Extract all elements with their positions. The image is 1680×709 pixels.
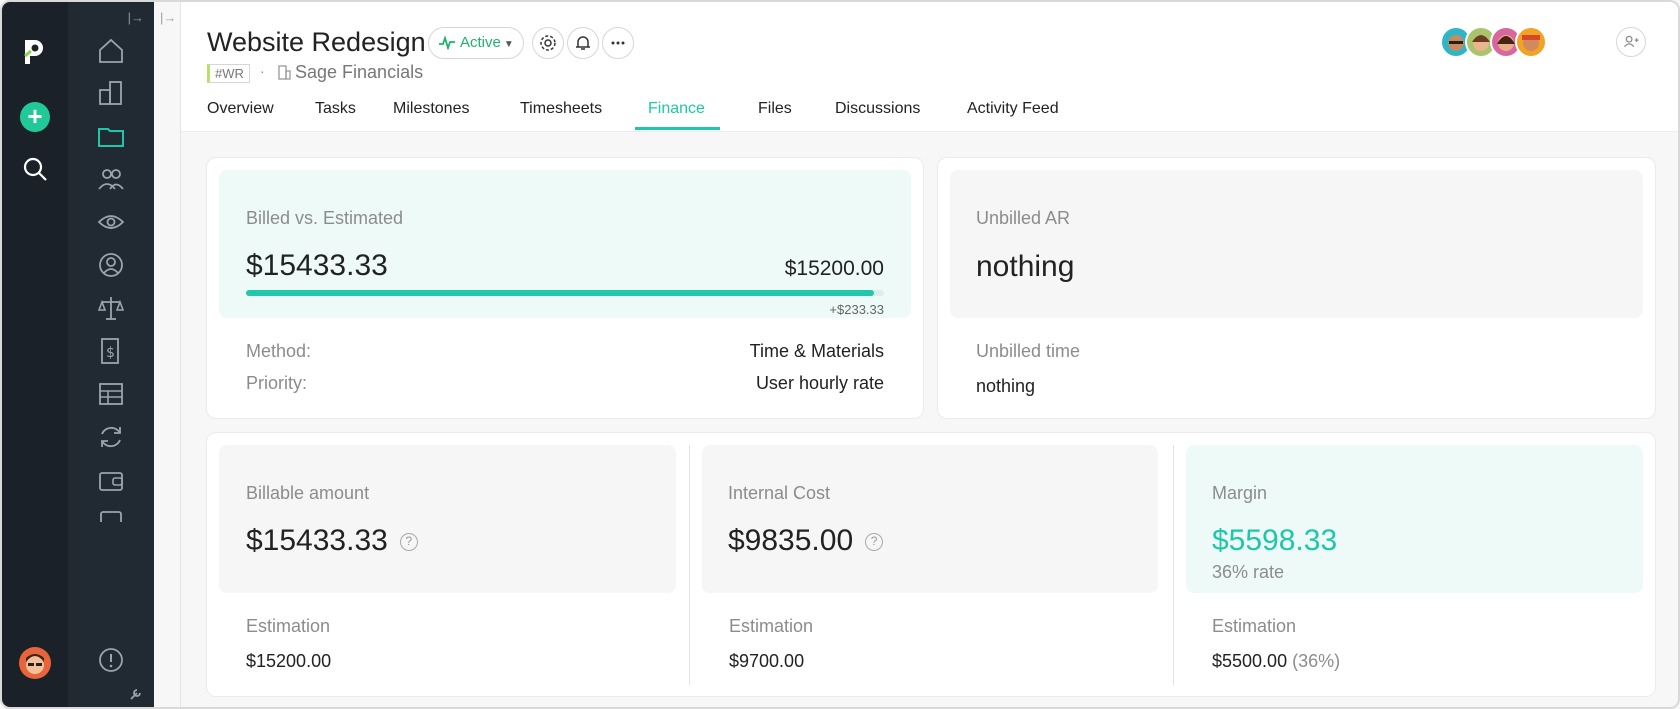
help-icon[interactable]: ?	[399, 533, 418, 551]
billable-label: Billable amount	[246, 483, 370, 503]
notifications-button[interactable]	[567, 27, 599, 59]
team-avatars[interactable]	[1440, 26, 1590, 58]
chevron-down-icon: ▼	[503, 39, 514, 50]
billable-value: $15433.33	[246, 524, 388, 557]
client-link[interactable]: Sage Financials	[278, 62, 423, 83]
wallet-icon[interactable]	[96, 465, 126, 495]
billed-value: $15433.33	[246, 249, 388, 282]
tab-activity-feed[interactable]: Activity Feed	[967, 100, 1059, 118]
ellipsis-icon	[611, 41, 625, 45]
secondary-sidebar: |→ $	[68, 2, 154, 707]
project-header: Website Redesign Active ▼ #WR · Sage Fina…	[181, 2, 1678, 132]
priority-label: Priority:	[246, 373, 308, 393]
info-icon[interactable]	[98, 647, 124, 673]
billed-summary: Billed vs. Estimated $15433.33 $15200.00…	[219, 170, 911, 318]
margin-estimation-value: $5500.00	[1212, 651, 1288, 671]
tab-finance[interactable]: Finance	[648, 100, 705, 118]
unbilled-ar-label: Unbilled AR	[976, 208, 1071, 228]
help-icon[interactable]: ?	[865, 533, 884, 551]
margin-value: $5598.33	[1212, 524, 1338, 557]
panel-divider: |→	[154, 2, 181, 707]
more-options-button[interactable]	[602, 27, 634, 59]
user-circle-icon[interactable]	[96, 250, 126, 280]
billed-card: Billed vs. Estimated $15433.33 $15200.00…	[206, 157, 924, 419]
billable-summary: Billable amount $15433.33?	[219, 445, 676, 593]
margin-estimation-row: $5500.00 (36%)	[1212, 651, 1340, 672]
activity-pulse-icon	[439, 36, 455, 51]
tab-overview[interactable]: Overview	[207, 100, 274, 118]
tab-discussions[interactable]: Discussions	[835, 100, 920, 118]
bell-icon	[576, 36, 590, 50]
margin-summary: Margin $5598.33 36% rate	[1186, 445, 1643, 593]
unbilled-ar-summary: Unbilled AR nothing	[950, 170, 1643, 318]
tab-timesheets[interactable]: Timesheets	[520, 100, 602, 118]
app-logo-icon[interactable]	[21, 36, 49, 66]
unbilled-card: Unbilled AR nothing Unbilled time nothin…	[937, 157, 1656, 419]
add-new-button[interactable]: +	[20, 102, 50, 132]
people-icon[interactable]	[96, 164, 126, 194]
internal-cost-value-row: $9835.00?	[728, 524, 884, 558]
settings-button[interactable]	[532, 27, 564, 59]
project-tag: #WR	[207, 64, 250, 83]
tab-files[interactable]: Files	[758, 100, 792, 118]
internal-cost-summary: Internal Cost $9835.00?	[702, 445, 1158, 593]
svg-text:$: $	[106, 345, 115, 361]
wrench-icon[interactable]	[128, 686, 144, 702]
column-divider	[1173, 445, 1174, 685]
gear-icon	[540, 35, 556, 51]
unbilled-time-value: nothing	[976, 376, 1036, 396]
billable-estimation-value: $15200.00	[246, 651, 332, 671]
over-estimate-text: +$233.33	[829, 302, 884, 317]
method-value: Time & Materials	[749, 341, 884, 361]
expand-panel-icon[interactable]: |→	[160, 10, 176, 25]
avatar[interactable]	[1515, 26, 1547, 58]
status-label: Active	[460, 34, 501, 51]
app-window: + |→ $ |→ Website Redesign Active ▼ #WR …	[0, 0, 1680, 709]
billed-progress-bar	[246, 290, 884, 296]
status-dropdown[interactable]: Active ▼	[428, 27, 524, 59]
table-icon[interactable]	[96, 379, 126, 409]
folder-icon[interactable]	[96, 121, 126, 151]
priority-value: User hourly rate	[755, 373, 884, 393]
invite-member-button[interactable]	[1616, 27, 1646, 57]
margin-estimation-label: Estimation	[1212, 616, 1297, 636]
client-name: Sage Financials	[295, 62, 424, 82]
collapse-sidebar-icon[interactable]: |→	[128, 10, 144, 25]
building-icon	[278, 65, 291, 80]
billed-label: Billed vs. Estimated	[246, 208, 404, 228]
refresh-icon[interactable]	[96, 422, 126, 452]
billable-estimation-label: Estimation	[246, 616, 331, 636]
separator-dot: ·	[260, 63, 265, 79]
buildings-icon[interactable]	[96, 78, 126, 108]
method-label: Method:	[246, 341, 312, 361]
internal-estimation-label: Estimation	[729, 616, 814, 636]
internal-estimation-value: $9700.00	[729, 651, 805, 671]
internal-cost-value: $9835.00	[728, 524, 854, 557]
billed-progress-fill	[246, 290, 875, 296]
more-items-icon[interactable]	[96, 508, 126, 522]
financials-card: Billable amount $15433.33? Estimation $1…	[206, 432, 1656, 697]
current-user-avatar[interactable]	[19, 647, 51, 679]
estimated-value: $15200.00	[784, 257, 884, 280]
billable-value-row: $15433.33?	[246, 524, 418, 558]
internal-cost-label: Internal Cost	[728, 483, 831, 503]
eye-icon[interactable]	[96, 207, 126, 237]
column-divider	[689, 445, 690, 685]
page-title: Website Redesign	[207, 27, 426, 57]
search-icon[interactable]	[22, 156, 48, 182]
unbilled-ar-value: nothing	[976, 250, 1075, 283]
active-tab-indicator	[635, 127, 720, 130]
unbilled-time-label: Unbilled time	[976, 341, 1081, 361]
margin-estimation-percent: (36%)	[1292, 651, 1341, 671]
tab-tasks[interactable]: Tasks	[315, 100, 356, 118]
tab-milestones[interactable]: Milestones	[393, 100, 469, 118]
add-user-icon	[1624, 35, 1639, 48]
scales-icon[interactable]	[96, 293, 126, 323]
primary-rail: +	[2, 2, 68, 707]
margin-label: Margin	[1212, 483, 1268, 503]
invoice-dollar-icon[interactable]: $	[96, 336, 126, 366]
home-icon[interactable]	[96, 36, 126, 66]
margin-rate: 36% rate	[1212, 562, 1285, 582]
